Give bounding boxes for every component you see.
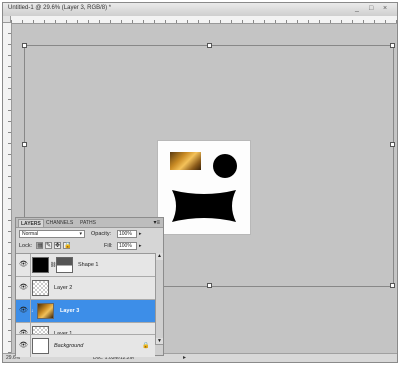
minimize-button[interactable]: _: [355, 5, 359, 13]
lock-label: Lock:: [19, 243, 33, 249]
transform-handle-top-right[interactable]: [390, 43, 395, 48]
tab-channels[interactable]: CHANNELS: [44, 219, 75, 227]
transform-handle-top-middle[interactable]: [207, 43, 212, 48]
layer-name[interactable]: Shape 1: [78, 262, 99, 268]
layer-thumbnail: [32, 257, 49, 273]
blend-opacity-row: Normal ▾ Opacity: 100% ▸: [19, 230, 160, 239]
lock-transparency-icon[interactable]: ▦: [36, 242, 43, 249]
ruler-origin[interactable]: [3, 16, 11, 23]
lock-position-icon[interactable]: ✥: [54, 242, 61, 249]
layers-scrollbar[interactable]: ▲ ▼: [155, 253, 163, 345]
title-bar[interactable]: Untitled-1 @ 29.6% (Layer 3, RGB/8) * _ …: [3, 3, 397, 17]
blend-mode-select[interactable]: Normal ▾: [19, 230, 85, 238]
panel-menu-icon[interactable]: ▾≡: [153, 219, 160, 226]
circle-shape[interactable]: [213, 154, 237, 178]
layer-thumbnail: [32, 280, 49, 296]
visibility-eye-icon[interactable]: 👁: [17, 335, 31, 357]
chevron-down-icon: ▾: [79, 231, 82, 237]
close-button[interactable]: ×: [383, 5, 387, 13]
transform-handle-top-left[interactable]: [22, 43, 27, 48]
warped-rectangle-shape[interactable]: [170, 188, 238, 224]
tab-paths[interactable]: PATHS: [78, 219, 98, 227]
visibility-eye-icon[interactable]: 👁: [17, 277, 31, 299]
visibility-eye-icon[interactable]: 👁: [17, 254, 31, 276]
status-menu-arrow-icon[interactable]: ▸: [183, 354, 186, 361]
blend-mode-value: Normal: [22, 231, 39, 237]
lock-icon: 🔒: [142, 343, 150, 349]
layer-thumbnail: [37, 303, 54, 319]
lock-pixels-icon[interactable]: ✎: [45, 242, 52, 249]
fill-input[interactable]: 100%: [117, 242, 137, 250]
layer-row-background[interactable]: 👁 Background 🔒: [16, 334, 155, 357]
fill-label: Fill:: [104, 243, 113, 249]
photo-layer-image[interactable]: [170, 152, 201, 170]
tab-layers[interactable]: LAYERS: [18, 219, 44, 227]
window-title: Untitled-1 @ 29.6% (Layer 3, RGB/8) *: [8, 5, 112, 11]
layer-row-layer-2[interactable]: 👁 Layer 2: [16, 277, 155, 300]
opacity-label: Opacity:: [91, 231, 112, 237]
layer-thumbnail: [32, 338, 49, 354]
lock-all-icon[interactable]: 🔒: [63, 242, 71, 249]
opacity-input[interactable]: 100%: [117, 230, 137, 238]
layer-row-layer-3[interactable]: 👁 ↓ Layer 3: [16, 300, 155, 323]
layer-name[interactable]: Background: [54, 343, 83, 349]
layer-name[interactable]: Layer 2: [54, 285, 72, 291]
transform-handle-bottom-right[interactable]: [390, 283, 395, 288]
transform-handle-bottom-middle[interactable]: [207, 283, 212, 288]
transform-handle-middle-left[interactable]: [22, 142, 27, 147]
fill-slider-arrow-icon[interactable]: ▸: [139, 243, 142, 249]
horizontal-ruler[interactable]: [11, 16, 397, 24]
clipping-arrow-icon: ↓: [31, 308, 34, 314]
layer-row-shape-1[interactable]: 👁 ⛓ Shape 1: [16, 254, 155, 277]
document-canvas[interactable]: [158, 141, 250, 234]
panel-tabs: LAYERS CHANNELS PATHS ▾≡: [16, 218, 163, 228]
layer-name[interactable]: Layer 3: [60, 308, 79, 314]
vertical-ruler[interactable]: [3, 23, 12, 354]
layers-list: 👁 ⛓ Shape 1 👁 Layer 2 👁 ↓ Layer 3 👁 Laye…: [16, 253, 155, 346]
transform-handle-middle-right[interactable]: [390, 142, 395, 147]
opacity-slider-arrow-icon[interactable]: ▸: [139, 231, 142, 237]
visibility-eye-icon[interactable]: 👁: [17, 300, 31, 322]
vector-mask-thumbnail[interactable]: [56, 257, 73, 273]
maximize-button[interactable]: □: [369, 5, 373, 13]
lock-fill-row: Lock: ▦ ✎ ✥ 🔒 Fill: 100% ▸: [19, 242, 160, 251]
scroll-up-icon[interactable]: ▲: [156, 253, 163, 260]
